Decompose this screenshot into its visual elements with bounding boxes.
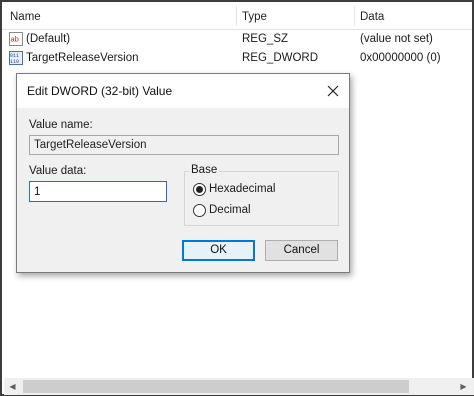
decimal-radio[interactable] xyxy=(193,204,206,217)
dialog-title: Edit DWORD (32-bit) Value xyxy=(27,84,173,98)
list-header: Name Type Data xyxy=(2,2,472,30)
value-data-label: Value data: xyxy=(29,165,87,177)
base-label: Base xyxy=(189,164,220,176)
close-icon xyxy=(327,85,339,97)
column-header-name[interactable]: Name xyxy=(4,2,236,30)
value-name-label: Value name: xyxy=(29,119,93,131)
column-header-data[interactable]: Data xyxy=(354,2,470,30)
value-data: (value not set) xyxy=(360,33,433,45)
value-name: TargetReleaseVersion xyxy=(26,52,139,64)
scroll-left-icon[interactable]: ◀ xyxy=(4,378,21,395)
list-item[interactable]: ab (Default) REG_SZ (value not set) xyxy=(2,29,472,49)
cancel-button[interactable]: Cancel xyxy=(265,240,338,261)
scrollbar-thumb[interactable] xyxy=(23,380,409,393)
value-data-input[interactable] xyxy=(29,181,167,202)
dialog-titlebar[interactable]: Edit DWORD (32-bit) Value xyxy=(17,74,349,108)
value-name: (Default) xyxy=(26,33,71,45)
svg-text:ab: ab xyxy=(11,35,19,44)
binary-value-icon: 011 110 xyxy=(9,51,23,65)
ok-button[interactable]: OK xyxy=(182,240,255,261)
scroll-right-icon[interactable]: ▶ xyxy=(455,378,472,395)
value-type: REG_DWORD xyxy=(242,52,319,64)
svg-text:110: 110 xyxy=(10,59,19,65)
hexadecimal-radio[interactable] xyxy=(193,183,206,196)
value-name-field: TargetReleaseVersion xyxy=(29,135,339,155)
base-groupbox xyxy=(184,171,339,226)
column-header-type[interactable]: Type xyxy=(236,2,354,30)
string-value-icon: ab xyxy=(9,32,23,46)
list-item[interactable]: 011 110 TargetReleaseVersion REG_DWORD 0… xyxy=(2,48,472,68)
edit-dword-dialog: Edit DWORD (32-bit) Value Value name: Ta… xyxy=(16,73,350,273)
value-type: REG_SZ xyxy=(242,33,289,45)
horizontal-scrollbar[interactable]: ◀ ▶ xyxy=(4,378,474,395)
value-data: 0x00000000 (0) xyxy=(360,52,441,64)
hexadecimal-label[interactable]: Hexadecimal xyxy=(209,183,275,195)
decimal-label[interactable]: Decimal xyxy=(209,204,251,216)
close-button[interactable] xyxy=(323,81,343,101)
